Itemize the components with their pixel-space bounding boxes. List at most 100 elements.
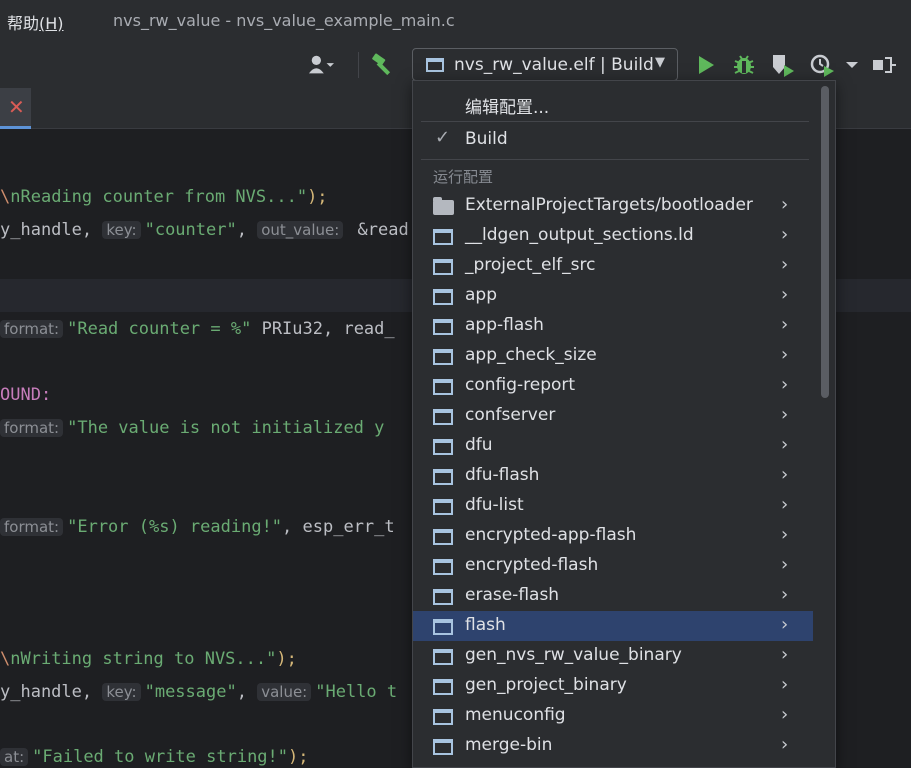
chevron-right-icon: › (781, 434, 789, 455)
debug-icon[interactable] (731, 52, 757, 78)
check-icon: ✓ (435, 127, 451, 148)
config-item-label: app (465, 285, 497, 305)
config-item[interactable]: app_check_size › (413, 341, 813, 371)
divider (421, 121, 809, 122)
chevron-right-icon: › (781, 644, 789, 665)
target-icon (433, 619, 453, 635)
config-item[interactable]: dfu-list › (413, 491, 813, 521)
config-item-label: dfu (465, 435, 493, 455)
chevron-right-icon: › (781, 734, 789, 755)
chevron-right-icon: › (781, 224, 789, 245)
param-hint: format: (0, 320, 64, 338)
target-icon (426, 57, 444, 72)
chevron-down-icon: ▼ (655, 55, 665, 70)
chevron-right-icon: › (781, 284, 789, 305)
chevron-right-icon: › (781, 554, 789, 575)
param-hint: out_value: (257, 221, 344, 239)
chevron-right-icon: › (781, 314, 789, 335)
config-item[interactable]: encrypted-app-flash › (413, 521, 813, 551)
code-line: at: "Failed to write string!"); (0, 747, 309, 767)
chevron-right-icon: › (781, 404, 789, 425)
config-item-label: merge-bin (465, 735, 553, 755)
edit-configurations-item[interactable]: 编辑配置... (413, 89, 813, 119)
code-line: y_handle, key: "message", value: "Hello t (0, 682, 398, 702)
target-icon (433, 649, 453, 665)
close-icon[interactable]: ✕ (8, 95, 25, 119)
config-item-label: encrypted-app-flash (465, 525, 637, 545)
code-line: format: "The value is not initialized y (0, 418, 384, 438)
divider (421, 159, 809, 160)
target-icon (433, 379, 453, 395)
config-item[interactable]: merge-bin › (413, 731, 813, 761)
config-item-label: confserver (465, 405, 556, 425)
target-icon (433, 589, 453, 605)
config-item-label: gen_project_binary (465, 675, 627, 695)
popup-scrollbar[interactable] (818, 84, 830, 768)
more-icon[interactable] (839, 52, 865, 78)
scrollbar-thumb[interactable] (821, 86, 829, 398)
chevron-right-icon: › (781, 374, 789, 395)
user-icon[interactable] (308, 52, 334, 78)
folder-icon (433, 197, 454, 215)
chevron-right-icon: › (781, 674, 789, 695)
config-item[interactable]: flash › (413, 611, 813, 641)
target-icon (433, 709, 453, 725)
config-item-label: flash (465, 615, 506, 635)
menu-help-mnemonic: (H) (39, 14, 64, 33)
current-config-item[interactable]: ✓ Build (413, 125, 813, 155)
profile-icon[interactable] (809, 52, 835, 78)
target-icon (433, 559, 453, 575)
config-item[interactable]: gen_nvs_rw_value_binary › (413, 641, 813, 671)
code-line: OUND: (0, 385, 52, 405)
config-item-label: menuconfig (465, 705, 566, 725)
param-hint: key: (102, 221, 141, 239)
config-item[interactable]: _project_elf_src › (413, 251, 813, 281)
config-item[interactable]: confserver › (413, 401, 813, 431)
target-icon (433, 289, 453, 305)
param-hint: value: (257, 683, 312, 701)
coverage-icon[interactable] (770, 52, 796, 78)
config-item[interactable]: erase-flash › (413, 581, 813, 611)
menu-help[interactable]: 帮助(H) (7, 10, 64, 34)
param-hint: format: (0, 518, 64, 536)
config-item[interactable]: dfu-flash › (413, 461, 813, 491)
config-item-label: __ldgen_output_sections.ld (465, 225, 694, 245)
param-hint: format: (0, 419, 64, 437)
stop-icon[interactable] (871, 52, 897, 78)
config-item[interactable]: gen_project_binary › (413, 671, 813, 701)
target-icon (433, 229, 453, 245)
config-item-label: dfu-flash (465, 465, 540, 485)
tab-active[interactable]: ✕ (0, 88, 31, 129)
target-icon (433, 259, 453, 275)
config-item-label: _project_elf_src (465, 255, 596, 275)
config-item-label: config-report (465, 375, 576, 395)
target-icon (433, 679, 453, 695)
chevron-right-icon: › (781, 614, 789, 635)
menu-help-label: 帮助 (7, 14, 40, 33)
code-line: \nReading counter from NVS..."); (0, 187, 328, 207)
config-item[interactable]: app › (413, 281, 813, 311)
config-item[interactable]: ExternalProjectTargets/bootloader › (413, 191, 813, 221)
config-item[interactable]: config-report › (413, 371, 813, 401)
code-line: format: "Read counter = %" PRIu32, read_ (0, 319, 395, 339)
code-line: format: "Error (%s) reading!", esp_err_t (0, 517, 395, 537)
target-icon (433, 469, 453, 485)
build-hammer-icon[interactable] (370, 52, 396, 78)
config-item-label: gen_nvs_rw_value_binary (465, 645, 682, 665)
config-item[interactable]: app-flash › (413, 311, 813, 341)
title-bar: 帮助(H) nvs_rw_value - nvs_value_example_m… (0, 0, 911, 42)
config-item[interactable]: __ldgen_output_sections.ld › (413, 221, 813, 251)
chevron-right-icon: › (781, 194, 789, 215)
config-item[interactable]: menuconfig › (413, 701, 813, 731)
chevron-right-icon: › (781, 704, 789, 725)
run-icon[interactable] (693, 52, 719, 78)
config-item-label: app_check_size (465, 345, 597, 365)
section-header: 运行配置 (433, 168, 494, 186)
code-line: \nWriting string to NVS..."); (0, 649, 297, 669)
run-config-selector[interactable]: nvs_rw_value.elf | Build ▼ (412, 48, 678, 81)
chevron-right-icon: › (781, 254, 789, 275)
config-item[interactable]: dfu › (413, 431, 813, 461)
code-line: y_handle, key: "counter", out_value: &rea… (0, 220, 409, 240)
config-item[interactable]: encrypted-flash › (413, 551, 813, 581)
target-icon (433, 319, 453, 335)
